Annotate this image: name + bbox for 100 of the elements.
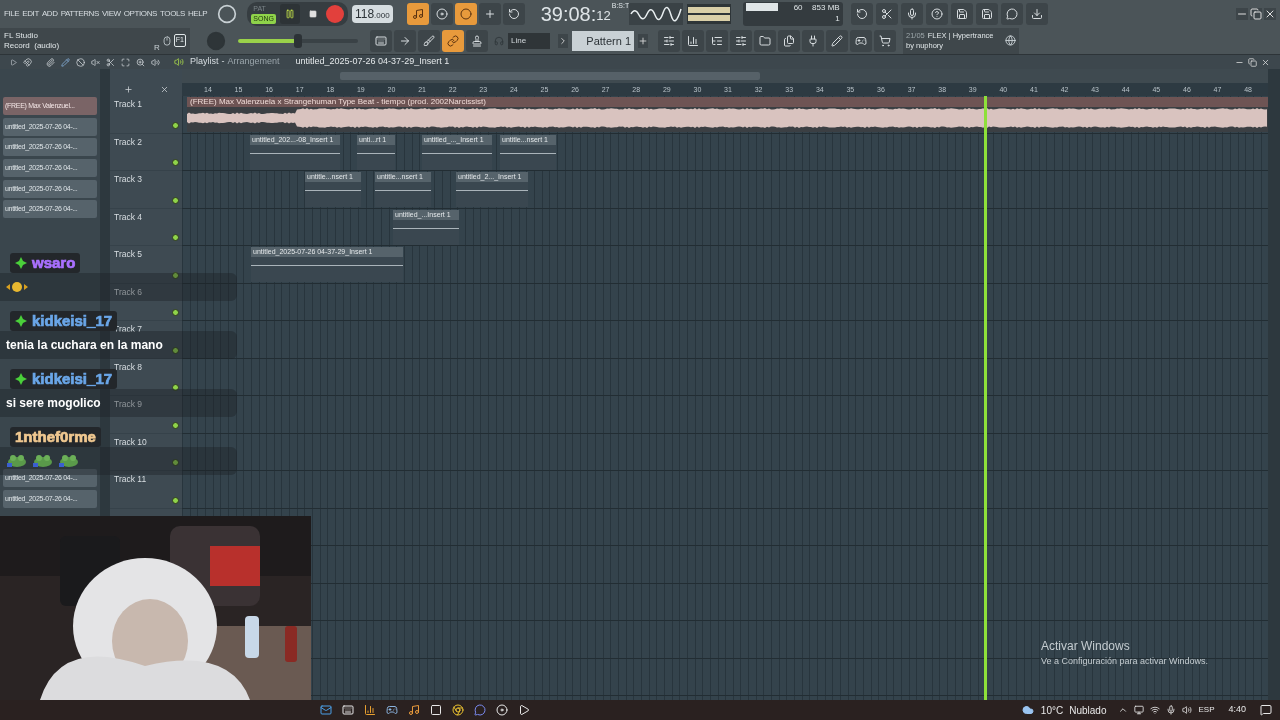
player-icon[interactable] [518, 704, 530, 716]
chat-app-icon[interactable] [474, 704, 486, 716]
disc-icon[interactable] [496, 704, 508, 716]
app-icon[interactable] [430, 704, 442, 716]
tempo-display[interactable]: 118.000 [351, 4, 393, 23]
add-icon[interactable] [123, 85, 133, 94]
close-icon[interactable] [1261, 57, 1270, 67]
knob-icon[interactable] [217, 3, 238, 24]
restore-icon[interactable] [1250, 7, 1262, 20]
track-switch[interactable] [172, 496, 179, 504]
language[interactable]: ESP [1198, 704, 1215, 716]
cloud-icon[interactable] [1020, 704, 1035, 716]
mute-icon[interactable] [91, 57, 100, 67]
volume-icon[interactable] [1182, 705, 1193, 715]
stamp-button[interactable] [466, 29, 488, 52]
pause-icon [284, 8, 295, 19]
keyboard-button[interactable] [370, 29, 392, 52]
add-pattern-icon[interactable] [638, 33, 648, 48]
chat-button[interactable] [1000, 2, 1023, 25]
playlist-title: Playlist [190, 55, 219, 69]
track-switch[interactable] [172, 421, 179, 429]
track-switch[interactable] [172, 459, 179, 466]
temperature[interactable]: 10°C [1040, 702, 1064, 718]
mic-button[interactable] [900, 2, 923, 25]
track-name[interactable]: Track 5 [114, 248, 143, 261]
menu-item[interactable]: EDIT [22, 7, 39, 20]
minimize-icon[interactable] [1236, 7, 1248, 20]
menu-item[interactable]: HELP [188, 7, 208, 20]
zoom-icon[interactable] [136, 57, 145, 67]
clock[interactable]: 4:40 [1228, 703, 1246, 717]
slice-icon[interactable] [106, 57, 115, 67]
browser-icon[interactable] [452, 704, 464, 716]
weather-condition[interactable]: Nublado [1069, 702, 1107, 718]
paperclip-icon[interactable] [46, 57, 55, 67]
scrollbar[interactable] [1268, 69, 1280, 700]
close-icon[interactable] [1264, 7, 1276, 20]
brush-button[interactable] [418, 29, 440, 52]
restore-icon[interactable] [1248, 57, 1257, 67]
arrow-button[interactable] [394, 29, 416, 52]
snap-dropdown[interactable]: Line [508, 32, 550, 49]
track-switch[interactable] [172, 271, 179, 279]
scroll-bar[interactable] [340, 72, 760, 80]
browser-button[interactable] [754, 29, 776, 52]
help-button[interactable] [925, 2, 948, 25]
menu-item[interactable]: FILE [4, 7, 20, 20]
menu-item[interactable]: OPTIONS [123, 7, 157, 20]
playlist-grid[interactable] [182, 96, 1268, 700]
track-name[interactable]: Track 11 [114, 473, 147, 486]
track-switch[interactable] [172, 196, 179, 204]
download-button[interactable] [1025, 2, 1048, 25]
files-button[interactable] [778, 29, 800, 52]
track-name[interactable]: Track 3 [114, 173, 143, 186]
browser-icon [759, 34, 771, 47]
chart-icon[interactable] [364, 704, 376, 716]
pause-button[interactable] [279, 3, 300, 24]
link-button[interactable] [442, 29, 464, 52]
track-switch[interactable] [172, 384, 179, 391]
pattern-selector[interactable]: Pattern 1 [572, 30, 634, 51]
monitor-icon[interactable] [1134, 705, 1145, 715]
save-button[interactable] [950, 2, 973, 25]
menu-item[interactable]: TOOLS [160, 7, 185, 20]
track-name[interactable]: Track 8 [114, 360, 143, 374]
volume-thumb[interactable] [294, 33, 302, 48]
select-icon[interactable] [121, 57, 130, 67]
arrow-icon[interactable] [10, 58, 17, 66]
track-switch[interactable] [172, 121, 179, 129]
track-name[interactable]: Track 10 [114, 435, 147, 449]
track-name[interactable]: Track 4 [114, 210, 143, 224]
cart-button[interactable] [874, 29, 896, 52]
mic-icon[interactable] [1166, 705, 1177, 715]
gamepad-icon[interactable] [386, 704, 398, 716]
volume-slider[interactable] [236, 33, 360, 48]
mixer-button[interactable] [730, 29, 752, 52]
menu-item[interactable]: ADD [41, 7, 58, 20]
track-name[interactable]: Track 6 [114, 285, 143, 299]
track-name[interactable]: Track 9 [114, 398, 143, 411]
menu-item[interactable]: VIEW [101, 7, 121, 20]
cut-button[interactable] [875, 2, 898, 25]
delete-icon[interactable] [76, 57, 85, 67]
music-icon[interactable] [408, 704, 420, 716]
metronome-button[interactable] [406, 2, 429, 25]
track-name[interactable]: Track 2 [114, 135, 143, 149]
hint-title: FL Studio [4, 30, 39, 41]
speaker-icon[interactable] [151, 57, 160, 67]
notifications-icon[interactable] [1260, 704, 1272, 716]
audio-clip[interactable]: (FREE) Max Valenzuela x Strangehuman Type Beat - tiempo (prod. 2002Narcissist) [187, 97, 1268, 132]
plugin-button[interactable] [802, 29, 824, 52]
network-icon[interactable] [1150, 705, 1161, 715]
track-switch[interactable] [172, 309, 179, 316]
undo-button[interactable] [850, 2, 873, 25]
magnet-icon[interactable] [23, 57, 32, 67]
track-name[interactable]: Track 1 [114, 98, 143, 111]
globe-icon[interactable] [1005, 35, 1016, 47]
track-switch[interactable] [172, 346, 179, 354]
track-switch[interactable] [172, 159, 179, 166]
mail-icon[interactable] [320, 704, 332, 716]
close-icon[interactable] [159, 85, 169, 94]
track-switch[interactable] [172, 234, 179, 241]
menu-item[interactable]: PATTERNS [60, 7, 99, 20]
keyboard-icon[interactable] [342, 704, 354, 716]
